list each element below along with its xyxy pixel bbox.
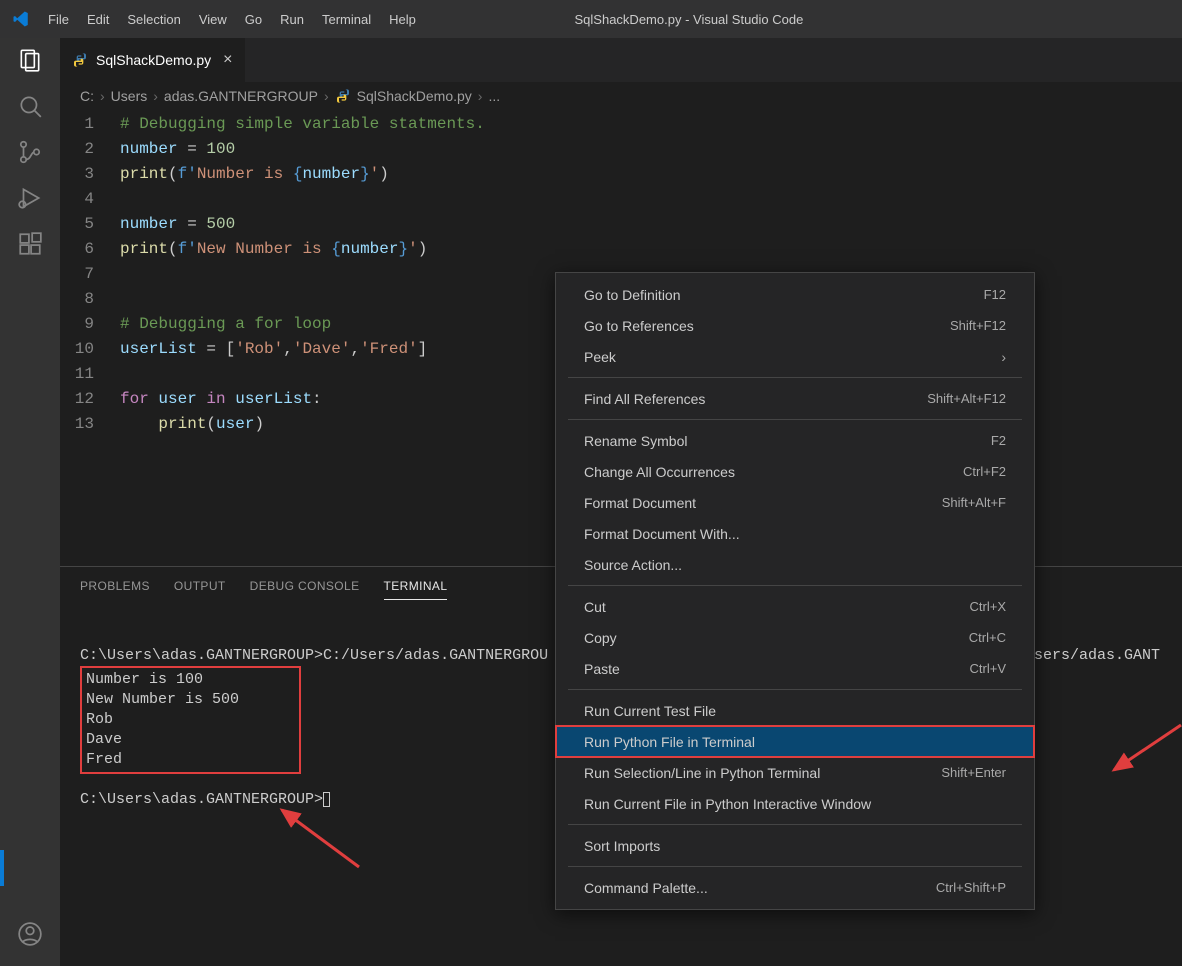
ctx-rename-symbol[interactable]: Rename SymbolF2 [556,425,1034,456]
window-title: SqlShackDemo.py - Visual Studio Code [424,12,954,27]
ctx-sort-imports[interactable]: Sort Imports [556,830,1034,861]
chevron-right-icon: › [478,88,483,104]
ctx-command-palette[interactable]: Command Palette...Ctrl+Shift+P [556,872,1034,903]
menu-help[interactable]: Help [381,6,424,33]
ctx-paste[interactable]: PasteCtrl+V [556,653,1034,684]
vscode-logo-icon [12,10,30,28]
menu-selection[interactable]: Selection [119,6,188,33]
run-debug-icon[interactable] [16,184,44,212]
ctx-cut[interactable]: CutCtrl+X [556,591,1034,622]
breadcrumb-seg: ... [488,88,500,104]
ctx-run-selection-line[interactable]: Run Selection/Line in Python TerminalShi… [556,757,1034,788]
menu-bar: File Edit Selection View Go Run Terminal… [40,6,424,33]
ctx-find-all-references[interactable]: Find All ReferencesShift+Alt+F12 [556,383,1034,414]
menu-terminal[interactable]: Terminal [314,6,379,33]
menu-edit[interactable]: Edit [79,6,117,33]
tab-output[interactable]: OUTPUT [174,579,226,600]
search-icon[interactable] [16,92,44,120]
breadcrumb-seg[interactable]: adas.GANTNERGROUP [164,88,318,104]
breadcrumb-seg[interactable]: SqlShackDemo.py [357,88,472,104]
chevron-right-icon: › [324,88,329,104]
ctx-peek[interactable]: Peek› [556,341,1034,372]
annotation-arrow-icon [274,802,364,872]
python-file-icon [335,88,351,104]
code-area[interactable]: # Debugging simple variable statments. n… [120,112,485,566]
ctx-format-document-with[interactable]: Format Document With... [556,518,1034,549]
tab-debug-console[interactable]: DEBUG CONSOLE [250,579,360,600]
ctx-format-document[interactable]: Format DocumentShift+Alt+F [556,487,1034,518]
tab-terminal[interactable]: TERMINAL [384,579,448,600]
ctx-go-to-definition[interactable]: Go to DefinitionF12 [556,279,1034,310]
python-file-icon [72,52,88,68]
ctx-run-python-file-in-terminal[interactable]: Run Python File in Terminal [556,726,1034,757]
tab-problems[interactable]: PROBLEMS [80,579,150,600]
ctx-change-all-occurrences[interactable]: Change All OccurrencesCtrl+F2 [556,456,1034,487]
ctx-run-current-test-file[interactable]: Run Current Test File [556,695,1034,726]
ctx-go-to-references[interactable]: Go to ReferencesShift+F12 [556,310,1034,341]
breadcrumb[interactable]: C: › Users › adas.GANTNERGROUP › SqlShackDe… [60,82,1182,110]
extensions-icon[interactable] [16,230,44,258]
menu-go[interactable]: Go [237,6,270,33]
menu-run[interactable]: Run [272,6,312,33]
source-control-icon[interactable] [16,138,44,166]
ctx-run-interactive-window[interactable]: Run Current File in Python Interactive W… [556,788,1034,819]
accounts-icon[interactable] [16,920,44,948]
breadcrumb-seg[interactable]: C: [80,88,94,104]
menu-file[interactable]: File [40,6,77,33]
terminal-output-highlight: Number is 100New Number is 500RobDaveFre… [80,666,301,774]
breadcrumb-seg[interactable]: Users [111,88,148,104]
chevron-right-icon: › [100,88,105,104]
ctx-copy[interactable]: CopyCtrl+C [556,622,1034,653]
tab-sqlshackdemo[interactable]: SqlShackDemo.py × [60,38,245,82]
tab-filename: SqlShackDemo.py [96,52,211,68]
annotation-arrow-icon [1106,720,1182,780]
ctx-source-action[interactable]: Source Action... [556,549,1034,580]
title-bar: File Edit Selection View Go Run Terminal… [0,0,1182,38]
line-numbers: 1234 5678 910111213 [60,112,120,566]
context-menu: Go to DefinitionF12 Go to ReferencesShif… [555,272,1035,910]
tab-bar: SqlShackDemo.py × [60,38,1182,82]
status-indicator [0,850,4,886]
chevron-right-icon: › [1001,349,1006,365]
activity-bar [0,38,60,966]
tab-close-icon[interactable]: × [223,51,232,69]
menu-view[interactable]: View [191,6,235,33]
chevron-right-icon: › [153,88,158,104]
explorer-icon[interactable] [16,46,44,74]
